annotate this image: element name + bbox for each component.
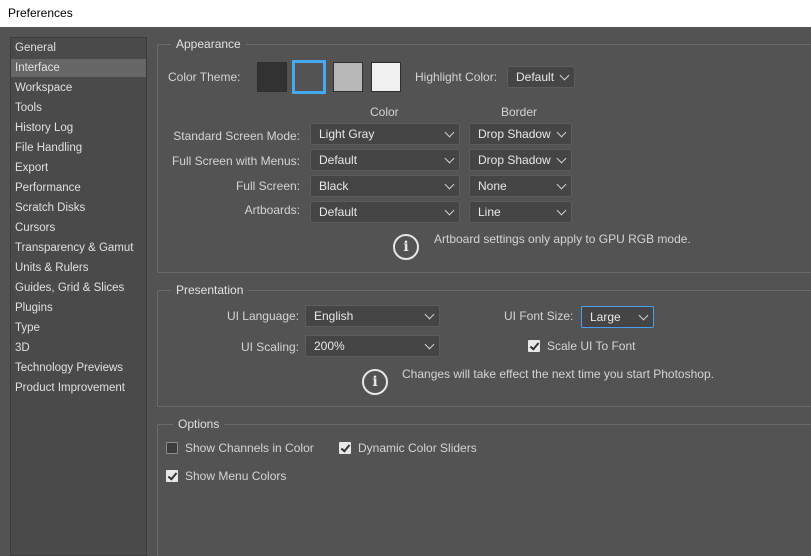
options-group-title: Options xyxy=(173,417,225,431)
full-screen-menus-border-value: Drop Shadow xyxy=(478,153,551,167)
sidebar-item-history-log[interactable]: History Log xyxy=(11,119,146,137)
border-column-header: Border xyxy=(501,105,538,119)
dynamic-color-sliders-checkbox[interactable] xyxy=(339,442,351,454)
full-screen-color-value: Black xyxy=(319,179,349,193)
standard-screen-border-value: Drop Shadow xyxy=(478,127,551,141)
ui-scaling-value: 200% xyxy=(314,339,345,353)
artboard-info-text: Artboard settings only apply to GPU RGB … xyxy=(434,232,691,246)
ui-scaling-dropdown[interactable]: 200% xyxy=(305,335,440,357)
sidebar-item-export[interactable]: Export xyxy=(11,159,146,177)
ui-scaling-label: UI Scaling: xyxy=(240,340,299,354)
highlight-color-value: Default xyxy=(516,70,555,84)
chevron-down-icon xyxy=(556,205,567,216)
sidebar-item-tools[interactable]: Tools xyxy=(11,99,146,117)
full-screen-label: Full Screen: xyxy=(235,179,300,193)
standard-screen-color-value: Light Gray xyxy=(319,127,375,141)
chevron-down-icon xyxy=(556,153,567,164)
ui-language-value: English xyxy=(314,309,354,323)
chevron-down-icon xyxy=(444,205,455,216)
sidebar-item-plugins[interactable]: Plugins xyxy=(11,299,146,317)
sidebar-item-workspace[interactable]: Workspace xyxy=(11,79,146,97)
dynamic-color-sliders-label: Dynamic Color Sliders xyxy=(358,441,477,455)
sidebar-item-scratch-disks[interactable]: Scratch Disks xyxy=(11,199,146,217)
full-screen-menus-label: Full Screen with Menus: xyxy=(171,154,300,168)
presentation-info-text: Changes will take effect the next time y… xyxy=(402,367,714,381)
color-theme-label: Color Theme: xyxy=(168,70,241,84)
sidebar-item-file-handling[interactable]: File Handling xyxy=(11,139,146,157)
appearance-group-title: Appearance xyxy=(171,37,246,51)
sidebar-item-performance[interactable]: Performance xyxy=(11,179,146,197)
preferences-sidebar: General Interface Workspace Tools Histor… xyxy=(10,37,147,556)
sidebar-item-guides-grid-slices[interactable]: Guides, Grid & Slices xyxy=(11,279,146,297)
full-screen-menus-color-dropdown[interactable]: Default xyxy=(310,149,460,171)
sidebar-item-type[interactable]: Type xyxy=(11,319,146,337)
chevron-down-icon xyxy=(638,310,649,321)
full-screen-border-value: None xyxy=(478,179,507,193)
chevron-down-icon xyxy=(444,153,455,164)
title-bar: Preferences xyxy=(0,0,811,27)
full-screen-menus-color-value: Default xyxy=(319,153,358,167)
info-icon: i xyxy=(393,234,419,260)
theme-swatch-medium-gray[interactable] xyxy=(333,62,363,92)
artboards-border-value: Line xyxy=(478,205,501,219)
color-column-header: Color xyxy=(370,105,399,119)
chevron-down-icon xyxy=(424,309,435,320)
theme-swatch-darkest[interactable] xyxy=(257,62,287,92)
ui-language-label: UI Language: xyxy=(226,309,299,323)
show-menu-colors-label: Show Menu Colors xyxy=(185,469,287,483)
presentation-group-title: Presentation xyxy=(171,283,249,297)
artboards-color-dropdown[interactable]: Default xyxy=(310,201,460,223)
standard-screen-border-dropdown[interactable]: Drop Shadow xyxy=(469,123,572,145)
sidebar-item-product-improvement[interactable]: Product Improvement xyxy=(11,379,146,397)
theme-swatch-light-gray[interactable] xyxy=(371,62,401,92)
artboards-border-dropdown[interactable]: Line xyxy=(469,201,572,223)
chevron-down-icon xyxy=(444,127,455,138)
standard-screen-color-dropdown[interactable]: Light Gray xyxy=(310,123,460,145)
chevron-down-icon xyxy=(556,127,567,138)
sidebar-item-technology-previews[interactable]: Technology Previews xyxy=(11,359,146,377)
chevron-down-icon xyxy=(556,179,567,190)
standard-screen-mode-label: Standard Screen Mode: xyxy=(173,129,300,143)
ui-font-size-dropdown[interactable]: Large xyxy=(581,306,654,328)
sidebar-item-units-rulers[interactable]: Units & Rulers xyxy=(11,259,146,277)
sidebar-item-cursors[interactable]: Cursors xyxy=(11,219,146,237)
show-channels-in-color-checkbox[interactable] xyxy=(166,442,178,454)
show-menu-colors-checkbox[interactable] xyxy=(166,470,178,482)
full-screen-menus-border-dropdown[interactable]: Drop Shadow xyxy=(469,149,572,171)
artboards-label: Artboards: xyxy=(244,203,300,217)
highlight-color-dropdown[interactable]: Default xyxy=(507,66,575,88)
artboards-color-value: Default xyxy=(319,205,358,219)
highlight-color-label: Highlight Color: xyxy=(415,70,498,84)
theme-swatch-dark[interactable] xyxy=(292,60,326,94)
scale-ui-to-font-label: Scale UI To Font xyxy=(547,339,636,353)
ui-font-size-label: UI Font Size: xyxy=(504,309,574,323)
full-screen-color-dropdown[interactable]: Black xyxy=(310,175,460,197)
ui-font-size-value: Large xyxy=(590,310,621,324)
sidebar-item-3d[interactable]: 3D xyxy=(11,339,146,357)
window-title: Preferences xyxy=(8,6,73,20)
sidebar-item-transparency-gamut[interactable]: Transparency & Gamut xyxy=(11,239,146,257)
ui-language-dropdown[interactable]: English xyxy=(305,305,440,327)
full-screen-border-dropdown[interactable]: None xyxy=(469,175,572,197)
scale-ui-to-font-checkbox[interactable] xyxy=(528,340,540,352)
chevron-down-icon xyxy=(424,339,435,350)
show-channels-in-color-label: Show Channels in Color xyxy=(185,441,314,455)
sidebar-item-general[interactable]: General xyxy=(11,39,146,57)
chevron-down-icon xyxy=(444,179,455,190)
sidebar-item-interface[interactable]: Interface xyxy=(11,59,146,77)
chevron-down-icon xyxy=(559,70,570,81)
info-icon: i xyxy=(362,369,388,395)
